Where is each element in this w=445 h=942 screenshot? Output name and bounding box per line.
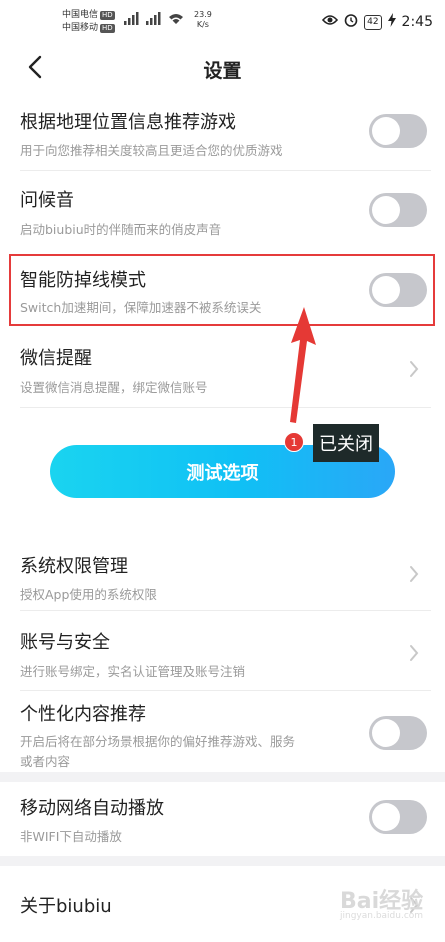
toggle-knob: [372, 196, 400, 224]
section-separator: [0, 772, 445, 782]
chevron-right-icon: [410, 361, 419, 377]
alarm-icon: [344, 13, 358, 31]
setting-title: 关于biubiu: [20, 896, 112, 917]
status-tooltip: 已关闭: [313, 424, 379, 462]
settings-screen: 中国电信 HD 中国移动 HD 23.9 K/s 42 2:45 设置 根据地理…: [0, 0, 445, 942]
hd-badge: HD: [100, 11, 115, 20]
divider: [20, 610, 431, 611]
eye-icon: [322, 14, 339, 30]
carrier-2: 中国移动: [62, 23, 99, 33]
status-bar: 中国电信 HD 中国移动 HD 23.9 K/s 42 2:45: [0, 0, 445, 42]
clock-time: 2:45: [401, 14, 433, 30]
carrier-info: 中国电信 HD 中国移动 HD: [62, 9, 115, 35]
personalized-content-toggle[interactable]: [369, 716, 427, 750]
setting-title: 问候音: [20, 190, 74, 211]
setting-greeting-sound: 问候音 启动biubiu时的伴随而来的俏皮声音: [0, 172, 445, 248]
setting-subtitle: 非WIFI下自动播放: [20, 829, 122, 844]
section-separator: [0, 856, 445, 866]
battery-indicator: 42: [364, 14, 382, 30]
setting-system-permissions[interactable]: 系统权限管理 授权App使用的系统权限: [0, 540, 445, 608]
divider: [20, 690, 431, 691]
highlight-box: [9, 254, 435, 326]
setting-title: 微信提醒: [20, 348, 92, 369]
setting-account-security[interactable]: 账号与安全 进行账号绑定，实名认证管理及账号注销: [0, 612, 445, 688]
setting-title: 系统权限管理: [20, 556, 128, 577]
greeting-sound-toggle[interactable]: [369, 193, 427, 227]
net-speed: 23.9 K/s: [194, 10, 212, 30]
toggle-knob: [372, 117, 400, 145]
divider: [20, 170, 431, 171]
toggle-knob: [372, 803, 400, 831]
page-title: 设置: [203, 60, 242, 82]
setting-subtitle-line1: 开启后将在部分场景根据你的偏好推荐游戏、服务: [20, 734, 296, 749]
carrier-1: 中国电信: [62, 10, 99, 20]
net-speed-unit: K/s: [196, 20, 209, 29]
setting-subtitle: 授权App使用的系统权限: [20, 587, 157, 602]
signal-icon: [124, 11, 184, 31]
setting-title: 账号与安全: [20, 632, 110, 653]
setting-mobile-autoplay: 移动网络自动播放 非WIFI下自动播放: [0, 782, 445, 852]
setting-title: 根据地理位置信息推荐游戏: [20, 112, 236, 133]
watermark-sub: jingyan.baidu.com: [340, 911, 424, 921]
charging-icon: [387, 13, 396, 31]
setting-title: 移动网络自动播放: [20, 798, 164, 819]
step-badge: 1: [284, 432, 304, 452]
chevron-right-icon: [410, 645, 419, 661]
mobile-autoplay-toggle[interactable]: [369, 800, 427, 834]
setting-title: 个性化内容推荐: [20, 704, 146, 725]
location-recommend-toggle[interactable]: [369, 114, 427, 148]
baidu-watermark: Bai经验 jingyan.baidu.com: [340, 883, 423, 921]
setting-subtitle-line2: 或者内容: [20, 754, 71, 769]
net-speed-value: 23.9: [194, 10, 212, 19]
setting-subtitle: 进行账号绑定，实名认证管理及账号注销: [20, 664, 246, 679]
setting-subtitle: 设置微信消息提醒，绑定微信账号: [20, 380, 208, 395]
status-right: 42 2:45: [322, 13, 433, 31]
red-arrow-icon: [290, 307, 316, 423]
setting-wechat-reminder[interactable]: 微信提醒 设置微信消息提醒，绑定微信账号: [0, 336, 445, 406]
setting-subtitle: 启动biubiu时的伴随而来的俏皮声音: [20, 222, 222, 237]
setting-location-recommend: 根据地理位置信息推荐游戏 用于向您推荐相关度较高且更适合您的优质游戏: [0, 96, 445, 170]
setting-subtitle: 用于向您推荐相关度较高且更适合您的优质游戏: [20, 143, 283, 158]
divider: [20, 407, 431, 408]
hd-badge: HD: [100, 24, 115, 33]
setting-personalized-content: 个性化内容推荐 开启后将在部分场景根据你的偏好推荐游戏、服务 或者内容: [0, 692, 445, 772]
chevron-right-icon: [410, 566, 419, 582]
toggle-knob: [372, 719, 400, 747]
title-bar: 设置: [0, 42, 445, 94]
